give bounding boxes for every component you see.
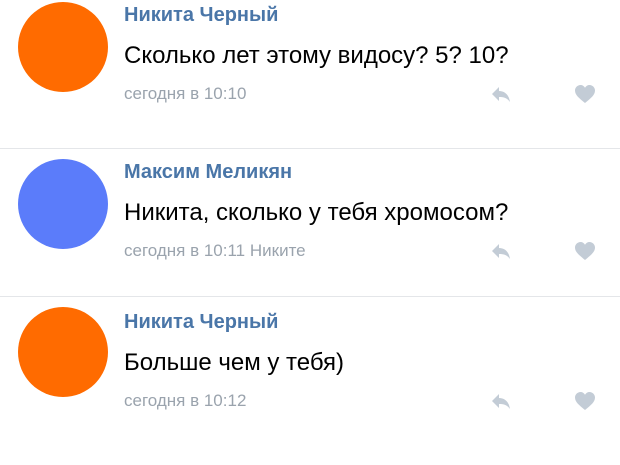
comment-timestamp: сегодня в 10:12 [124,391,247,410]
like-icon[interactable] [574,84,596,104]
avatar[interactable] [18,159,108,249]
avatar[interactable] [18,307,108,397]
comment-text: Сколько лет этому видосу? 5? 10? [124,42,509,69]
comment-item: Максим Меликян Никита, сколько у тебя хр… [0,148,620,296]
comment-text: Никита, сколько у тебя хромосом? [124,199,509,226]
reply-icon[interactable] [490,391,512,411]
comment-author[interactable]: Максим Меликян [124,161,292,184]
comment-author[interactable]: Никита Черный [124,311,278,334]
reply-icon[interactable] [490,84,512,104]
comment-author[interactable]: Никита Черный [124,4,278,27]
comments-list: Никита Черный Сколько лет этому видосу? … [0,0,620,465]
like-icon[interactable] [574,391,596,411]
like-icon[interactable] [574,241,596,261]
reply-icon[interactable] [490,241,512,261]
comment-text: Больше чем у тебя) [124,349,345,376]
avatar[interactable] [18,2,108,92]
comment-item: Никита Черный Больше чем у тебя) сегодня… [0,296,620,444]
comment-item: Никита Черный Сколько лет этому видосу? … [0,0,620,148]
comment-timestamp: сегодня в 10:11 Никите [124,241,306,260]
comment-timestamp: сегодня в 10:10 [124,84,247,103]
